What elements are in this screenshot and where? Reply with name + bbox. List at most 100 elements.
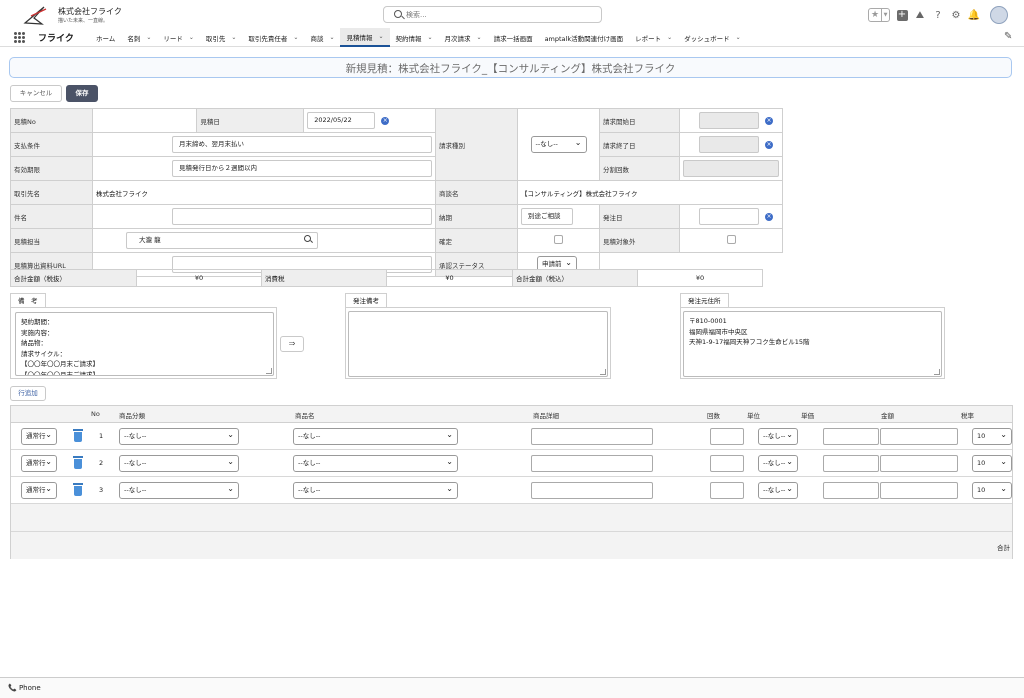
row-type-select[interactable]: 通常行 [21, 427, 57, 445]
nav-item[interactable]: リード ⌄ [157, 28, 200, 47]
chevron-down-icon[interactable]: ⌄ [477, 34, 482, 41]
nav-item[interactable]: ホーム [90, 28, 121, 47]
amount-input[interactable] [880, 455, 958, 472]
nav-item[interactable]: 契約情報 ⌄ [390, 28, 439, 47]
order-date-input[interactable] [699, 208, 759, 225]
clear-date-icon[interactable]: × [381, 116, 390, 125]
remarks-textarea[interactable]: 契約期間： 実施内容： 納品物： 請求サイクル： 【〇〇年〇〇月末ご請求】 【〇… [15, 312, 274, 376]
estimate-date-input[interactable]: 2022/05/22 [307, 112, 376, 129]
chevron-down-icon[interactable]: ⌄ [146, 34, 151, 41]
chevron-down-icon[interactable]: ⌄ [293, 34, 298, 41]
owner-lookup[interactable]: 大瀧 龍 [126, 232, 318, 249]
tax-select[interactable]: 10 [972, 427, 1012, 445]
chevron-down-icon[interactable]: ⌄ [428, 34, 433, 41]
estimate-no-value[interactable] [91, 108, 198, 133]
order-remarks-label: 発注備考 [345, 293, 387, 308]
app-launcher-icon[interactable] [14, 32, 25, 43]
trash-icon[interactable] [73, 456, 83, 469]
trash-icon[interactable] [73, 429, 83, 442]
detail-input[interactable] [531, 482, 653, 499]
product-select[interactable]: --なし-- [293, 427, 458, 445]
chevron-down-icon[interactable]: ⌄ [231, 34, 236, 41]
chevron-down-icon[interactable]: ⌄ [378, 33, 383, 40]
col-unit: 単位 [747, 412, 760, 420]
favorites-button[interactable]: ★ ▼ [868, 8, 890, 22]
qty-input[interactable] [710, 455, 744, 472]
product-select[interactable]: --なし-- [293, 454, 458, 472]
unit-select[interactable]: --なし-- [758, 427, 798, 445]
nav-item[interactable]: 取引先 ⌄ [200, 28, 243, 47]
clear-date-icon[interactable]: × [765, 140, 773, 149]
nav-item[interactable]: レポート ⌄ [629, 28, 678, 47]
subject-input[interactable] [172, 208, 432, 225]
global-search[interactable]: 検索... [383, 6, 602, 23]
phone-utility[interactable]: 📞 Phone [8, 684, 41, 692]
category-select[interactable]: --なし-- [119, 427, 239, 445]
billing-end-input[interactable] [699, 136, 759, 153]
nav-item[interactable]: 名刺 ⌄ [121, 28, 157, 47]
tax-select[interactable]: 10 [972, 481, 1012, 499]
clear-date-icon[interactable]: × [765, 116, 773, 125]
split-input[interactable] [683, 160, 779, 177]
chevron-down-icon[interactable]: ⌄ [329, 34, 334, 41]
trailhead-icon[interactable]: ⛰ [914, 9, 926, 21]
help-icon[interactable]: ? [932, 9, 944, 21]
clear-date-icon[interactable]: × [765, 212, 773, 221]
nav-item[interactable]: amptalk活動関連付け画面 [539, 28, 630, 47]
order-remarks-textarea[interactable] [348, 311, 608, 377]
app-nav-bar: フライク ホーム 名刺 ⌄ リード ⌄ 取引先 ⌄ 取引先責任者 ⌄ 商談 ⌄ 見積情報 ⌄ 契約情報 ⌄ 月… [0, 28, 1024, 47]
tax-select[interactable]: 10 [972, 454, 1012, 472]
confirm-checkbox[interactable] [554, 235, 563, 244]
product-select[interactable]: --なし-- [293, 481, 458, 499]
subject-label: 件名 [10, 204, 93, 229]
nav-item[interactable]: ダッシュボード ⌄ [678, 28, 747, 47]
amount-input[interactable] [880, 428, 958, 445]
nav-item[interactable]: 商談 ⌄ [304, 28, 340, 47]
validity-input[interactable]: 見積発行日から２週間以内 [172, 160, 432, 177]
nav-item[interactable]: 請求一括画面 [488, 28, 539, 47]
edit-nav-icon[interactable]: ✎ [1004, 31, 1012, 42]
avatar[interactable] [990, 6, 1008, 24]
price-input[interactable] [823, 428, 879, 445]
qty-input[interactable] [710, 428, 744, 445]
search-icon[interactable] [304, 235, 311, 242]
chevron-down-icon[interactable]: ⌄ [736, 34, 741, 41]
detail-input[interactable] [531, 455, 653, 472]
payment-label: 支払条件 [10, 132, 93, 157]
cancel-button[interactable]: キャンセル [10, 85, 62, 102]
category-select[interactable]: --なし-- [119, 481, 239, 499]
row-type-select[interactable]: 通常行 [21, 481, 57, 499]
gear-icon[interactable]: ⚙ [950, 9, 962, 21]
chevron-down-icon[interactable]: ⌄ [667, 34, 672, 41]
add-row-button[interactable]: 行追加 [10, 386, 46, 401]
qty-input[interactable] [710, 482, 744, 499]
trash-icon[interactable] [73, 483, 83, 496]
bell-icon[interactable]: 🔔 [968, 9, 980, 21]
global-actions-button[interactable]: + [896, 9, 908, 21]
detail-input[interactable] [531, 428, 653, 445]
nav-item[interactable]: 見積情報 ⌄ [340, 28, 390, 47]
ex-tax-label: 合計金額（税抜） [10, 269, 137, 287]
line-items-total-row: 合計 [11, 532, 1012, 559]
chevron-down-icon[interactable]: ▼ [881, 9, 889, 21]
payment-input[interactable]: 月末締め、翌月末払い [172, 136, 432, 153]
price-input[interactable] [823, 455, 879, 472]
row-type-select[interactable]: 通常行 [21, 454, 57, 472]
nav-item[interactable]: 取引先責任者 ⌄ [242, 28, 304, 47]
unit-select[interactable]: --なし-- [758, 481, 798, 499]
price-input[interactable] [823, 482, 879, 499]
company-logo[interactable] [22, 4, 52, 26]
delivery-input[interactable]: 別途ご相談 [521, 208, 573, 225]
category-select[interactable]: --なし-- [119, 454, 239, 472]
billing-type-select[interactable]: --なし-- [530, 135, 587, 153]
tax-value: ¥0 [386, 269, 513, 287]
exclude-checkbox[interactable] [726, 235, 736, 244]
copy-arrow-button[interactable]: ⇒ [280, 336, 304, 352]
save-button[interactable]: 保存 [66, 85, 98, 102]
address-textarea[interactable]: 〒810-0001 福岡県福岡市中央区 天神1-9-17福岡天神フコク生命ビル1… [683, 311, 942, 377]
amount-input[interactable] [880, 482, 958, 499]
billing-start-input[interactable] [699, 112, 759, 129]
chevron-down-icon[interactable]: ⌄ [189, 34, 194, 41]
unit-select[interactable]: --なし-- [758, 454, 798, 472]
nav-item[interactable]: 月次請求 ⌄ [439, 28, 488, 47]
